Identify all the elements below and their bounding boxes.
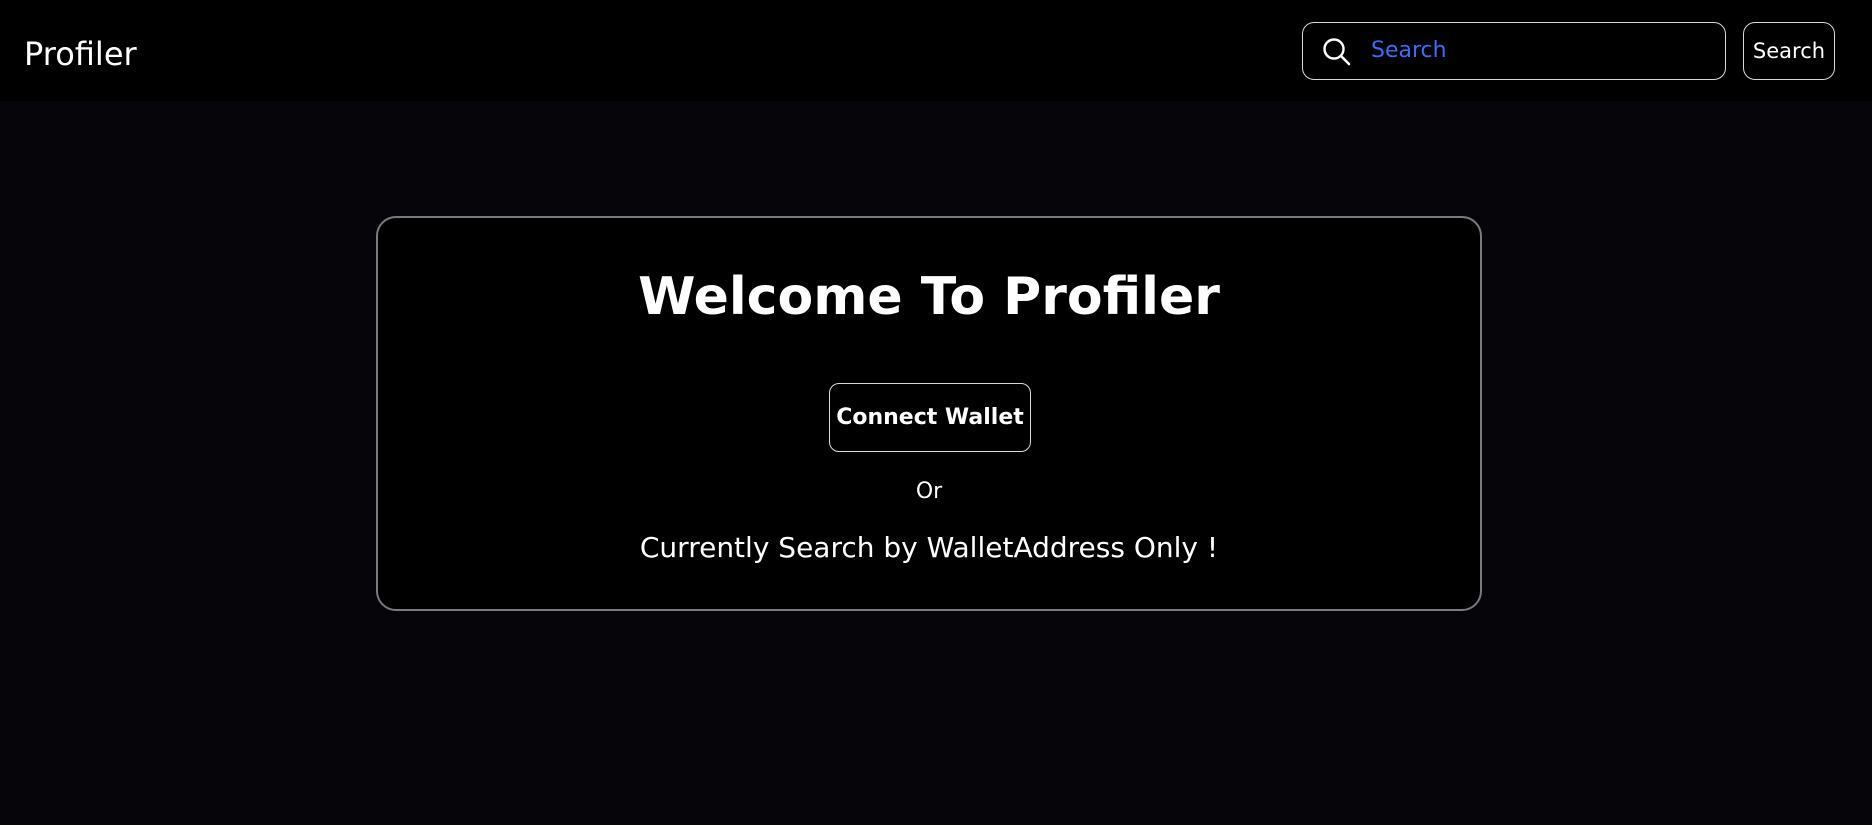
search-button[interactable]: Search	[1743, 22, 1835, 80]
brand-logo[interactable]: Profiler	[24, 34, 137, 74]
search-info-text: Currently Search by WalletAddress Only !	[639, 531, 1219, 564]
welcome-card: Welcome To Profiler Connect Wallet Or Cu…	[376, 216, 1482, 611]
connect-wallet-button[interactable]: Connect Wallet	[829, 383, 1031, 452]
search-input[interactable]	[1371, 23, 1711, 78]
search-box[interactable]	[1302, 22, 1726, 80]
or-separator-text: Or	[915, 479, 943, 504]
welcome-title: Welcome To Profiler	[638, 267, 1220, 327]
top-navbar: Profiler Search	[0, 0, 1872, 101]
search-icon	[1321, 36, 1353, 68]
